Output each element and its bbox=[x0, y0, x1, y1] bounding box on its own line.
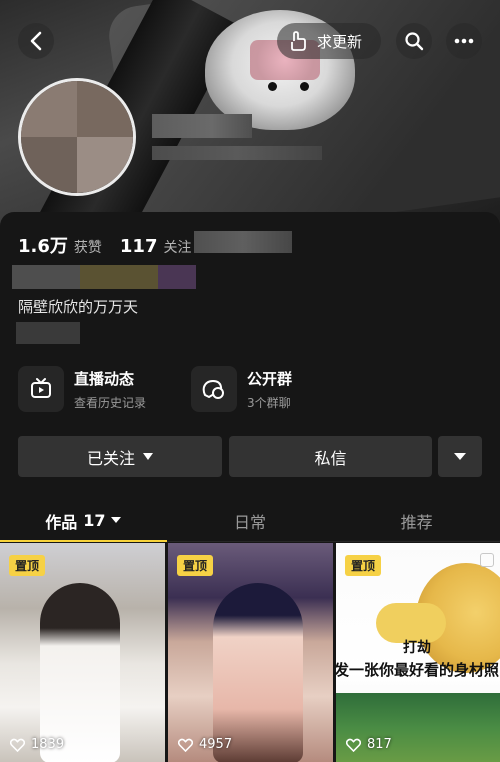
pointing-hand-icon bbox=[291, 31, 306, 51]
banner-dog-eye bbox=[268, 82, 277, 91]
content-tabs: 作品 17 日常 推荐 bbox=[0, 500, 500, 542]
bio-extra-censored bbox=[16, 322, 80, 344]
live-icon-box bbox=[18, 366, 64, 412]
tab-works[interactable]: 作品 17 bbox=[0, 500, 167, 542]
username-censored bbox=[152, 114, 252, 138]
avatar[interactable] bbox=[18, 78, 136, 196]
followers-censored bbox=[194, 231, 292, 253]
live-history-card[interactable]: 直播动态 查看历史记录 bbox=[18, 366, 146, 412]
group-card-title: 公开群 bbox=[247, 369, 293, 388]
caret-down-icon bbox=[454, 452, 466, 460]
pinned-badge: 置顶 bbox=[9, 555, 46, 576]
heart-icon bbox=[10, 738, 25, 752]
heart-icon bbox=[346, 738, 361, 752]
following-button[interactable]: 已关注 bbox=[18, 436, 222, 477]
chevron-left-icon bbox=[30, 31, 42, 51]
tv-icon bbox=[31, 378, 51, 398]
video-tile[interactable]: 置顶 1839 bbox=[0, 543, 165, 762]
stats-row: 1.6万 获赞 117 关注 bbox=[18, 232, 203, 258]
public-group-card[interactable]: 公开群 3个群聊 bbox=[191, 366, 292, 412]
following-count[interactable]: 117 bbox=[120, 236, 158, 257]
request-update-label: 求更新 bbox=[317, 32, 363, 51]
back-button[interactable] bbox=[18, 23, 54, 59]
video-likes: 4957 bbox=[178, 737, 232, 752]
pinned-badge: 置顶 bbox=[345, 555, 382, 576]
group-icon-box bbox=[191, 366, 237, 412]
live-card-subtitle: 查看历史记录 bbox=[74, 395, 147, 410]
search-icon bbox=[405, 32, 424, 51]
video-likes: 817 bbox=[346, 737, 392, 752]
following-label[interactable]: 关注 bbox=[163, 237, 191, 257]
following-button-label: 已关注 bbox=[86, 448, 135, 468]
meme-caption-line2: 发一张你最好看的身材照 bbox=[336, 661, 500, 679]
tab-daily-label: 日常 bbox=[234, 512, 267, 532]
request-update-button[interactable]: 求更新 bbox=[277, 23, 381, 59]
banner-dog-eye bbox=[300, 82, 309, 91]
likes-label: 获赞 bbox=[73, 240, 102, 256]
tab-works-count: 17 bbox=[83, 511, 106, 530]
group-card-subtitle: 3个群聊 bbox=[247, 395, 291, 410]
tab-recommended[interactable]: 推荐 bbox=[333, 500, 500, 541]
caret-down-icon bbox=[111, 517, 122, 523]
tags-censored bbox=[12, 265, 196, 289]
live-card-title: 直播动态 bbox=[74, 369, 135, 388]
video-likes-count: 1839 bbox=[31, 737, 65, 752]
video-thumbnail-figure bbox=[213, 583, 303, 762]
user-id-censored bbox=[152, 146, 322, 160]
tab-recommended-label: 推荐 bbox=[400, 512, 433, 532]
video-tile[interactable]: 置顶 4957 bbox=[168, 543, 333, 762]
more-dots-icon bbox=[454, 38, 474, 44]
more-button[interactable] bbox=[446, 23, 482, 59]
expand-button[interactable] bbox=[438, 436, 482, 477]
bio-text: 隔壁欣欣的万万天 bbox=[18, 298, 139, 316]
meme-caption-line1: 打劫 bbox=[403, 640, 431, 656]
chat-bubbles-icon bbox=[202, 380, 224, 399]
video-thumbnail-figure bbox=[40, 583, 120, 762]
message-button-label: 私信 bbox=[314, 448, 347, 468]
tab-works-label: 作品 bbox=[45, 512, 78, 532]
tab-daily[interactable]: 日常 bbox=[167, 500, 334, 541]
video-likes: 1839 bbox=[10, 737, 64, 752]
video-likes-count: 817 bbox=[367, 737, 392, 752]
video-likes-count: 4957 bbox=[199, 737, 233, 752]
select-checkbox[interactable] bbox=[480, 553, 494, 567]
pinned-badge: 置顶 bbox=[177, 555, 214, 576]
likes-count: 1.6万 bbox=[18, 236, 68, 257]
heart-icon bbox=[178, 738, 193, 752]
video-tile[interactable]: 置顶 打劫 发一张你最好看的身材照 817 bbox=[336, 543, 500, 762]
search-button[interactable] bbox=[396, 23, 432, 59]
message-button[interactable]: 私信 bbox=[229, 436, 432, 477]
caret-down-icon bbox=[143, 452, 153, 460]
